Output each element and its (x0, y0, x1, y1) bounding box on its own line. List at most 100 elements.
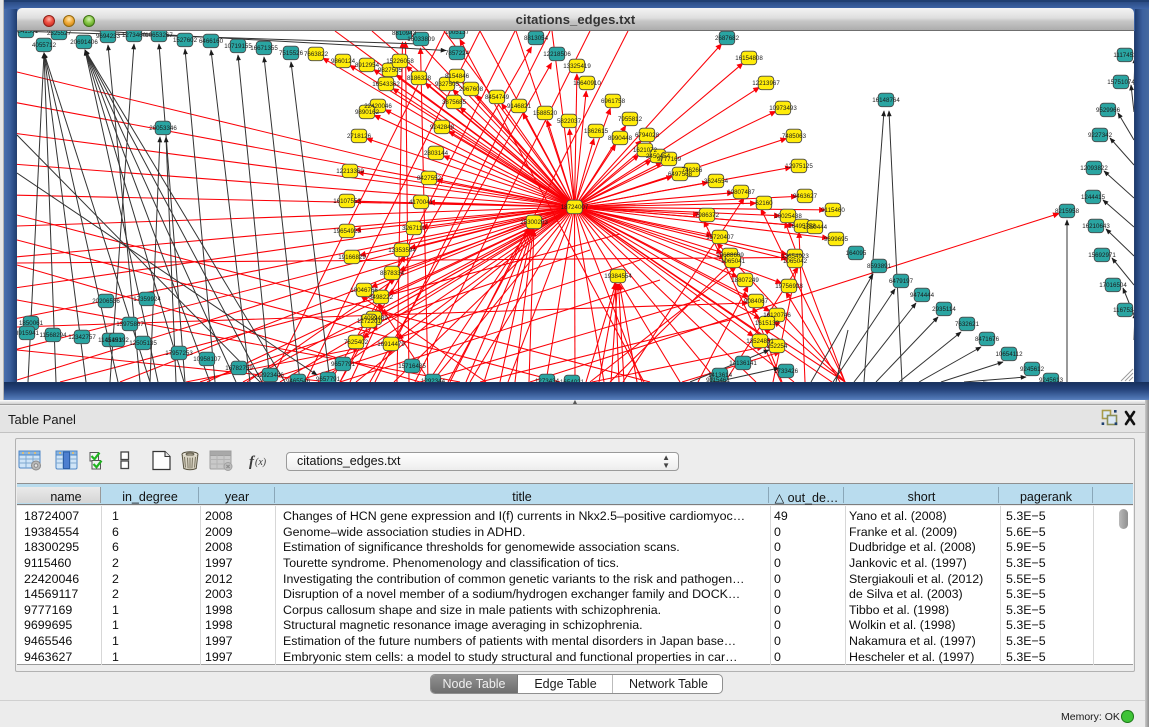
svg-text:10958107: 10958107 (193, 356, 221, 363)
svg-text:6961758: 6961758 (601, 98, 626, 105)
svg-text:1413614: 1413614 (708, 372, 733, 379)
svg-text:13353594: 13353594 (388, 247, 416, 254)
svg-text:12923446: 12923446 (256, 372, 284, 379)
svg-text:9694233: 9694233 (96, 33, 121, 40)
svg-text:9465546: 9465546 (286, 378, 311, 382)
svg-text:12213369: 12213369 (336, 168, 364, 175)
svg-text:1841501: 1841501 (17, 31, 39, 35)
svg-text:3498222: 3498222 (369, 294, 394, 301)
svg-text:12342757: 12342757 (68, 334, 96, 341)
svg-text:252254: 252254 (767, 343, 788, 350)
svg-text:1244415: 1244415 (1081, 194, 1106, 201)
svg-text:3267110: 3267110 (402, 225, 426, 232)
svg-text:19756928: 19756928 (775, 283, 803, 290)
svg-text:9860124: 9860124 (331, 58, 356, 65)
svg-text:26053346: 26053346 (149, 125, 177, 132)
svg-text:8186328: 8186328 (407, 75, 432, 82)
svg-text:2967608: 2967608 (459, 86, 484, 93)
svg-text:8471676: 8471676 (975, 336, 1000, 343)
svg-text:1292344: 1292344 (421, 378, 446, 382)
svg-text:10973493: 10973493 (769, 105, 797, 112)
svg-text:9245613: 9245613 (1039, 377, 1064, 382)
svg-text:1005137: 1005137 (445, 31, 470, 36)
svg-text:7625402: 7625402 (344, 339, 369, 346)
svg-text:12505135: 12505135 (129, 340, 157, 347)
svg-text:8878334: 8878334 (380, 270, 405, 277)
svg-text:7632621: 7632621 (955, 321, 980, 328)
svg-text:12093822: 12093822 (1080, 165, 1108, 172)
svg-text:8427552: 8427552 (417, 175, 442, 182)
svg-text:15720407: 15720407 (706, 234, 734, 241)
svg-text:17957253: 17957253 (165, 350, 193, 357)
svg-text:18807249: 18807249 (731, 277, 759, 284)
svg-text:2935114: 2935114 (932, 306, 956, 313)
svg-text:16914479: 16914479 (377, 341, 405, 348)
svg-text:6497568: 6497568 (668, 171, 693, 178)
svg-text:10719155: 10719155 (224, 43, 252, 50)
svg-text:19166829: 19166829 (338, 254, 366, 261)
svg-text:9890162: 9890162 (355, 109, 380, 116)
svg-text:8990448: 8990448 (608, 135, 633, 142)
svg-text:16148764: 16148764 (872, 97, 900, 104)
svg-text:13325419: 13325419 (563, 63, 591, 70)
svg-text:1065042: 1065042 (783, 258, 808, 265)
svg-text:2718126: 2718126 (347, 133, 372, 140)
svg-text:19654923: 19654923 (333, 228, 361, 235)
svg-text:164095: 164095 (846, 250, 867, 257)
svg-text:16154808: 16154808 (735, 55, 763, 62)
svg-text:12213967: 12213967 (752, 80, 780, 87)
svg-text:1145192: 1145192 (105, 337, 129, 344)
svg-text:10046766: 10046766 (350, 287, 378, 294)
svg-text:6479197: 6479197 (889, 278, 914, 285)
svg-text:7986372: 7986372 (695, 212, 720, 219)
svg-text:1527602: 1527602 (173, 37, 198, 44)
svg-text:8215958: 8215958 (1055, 208, 1080, 215)
svg-text:1272201: 1272201 (357, 318, 382, 325)
svg-text:16640910: 16640910 (573, 80, 601, 87)
svg-text:1065041: 1065041 (721, 258, 746, 265)
svg-text:9146821: 9146821 (507, 103, 532, 110)
svg-text:2687682: 2687682 (715, 35, 740, 42)
svg-text:10807487: 10807487 (727, 189, 755, 196)
svg-text:9827505: 9827505 (378, 67, 403, 74)
svg-text:10025438: 10025438 (774, 213, 802, 220)
svg-text:16782759: 16782759 (225, 365, 253, 372)
svg-text:2803144: 2803144 (424, 150, 449, 157)
svg-text:16120746: 16120746 (763, 312, 791, 319)
svg-text:9777169: 9777169 (657, 156, 682, 163)
svg-text:9474444: 9474444 (910, 292, 935, 299)
svg-text:4055712: 4055712 (32, 42, 57, 49)
svg-text:13975867: 13975867 (116, 321, 144, 328)
svg-text:1615132: 1615132 (755, 320, 780, 327)
svg-text:9227342: 9227342 (1088, 132, 1113, 139)
svg-text:3624554: 3624554 (704, 178, 729, 185)
svg-text:1273434: 1273434 (535, 378, 560, 382)
svg-text:10653267: 10653267 (145, 32, 173, 39)
svg-text:1117453: 1117453 (1113, 52, 1134, 59)
svg-text:12218506: 12218506 (543, 51, 571, 58)
svg-text:15751074: 15751074 (1107, 79, 1134, 86)
svg-text:9327505: 9327505 (435, 81, 460, 88)
svg-text:15716485: 15716485 (398, 363, 426, 370)
svg-text:5822037: 5822037 (557, 118, 582, 125)
svg-text:62160: 62160 (755, 200, 773, 207)
svg-text:16107553: 16107553 (333, 198, 361, 205)
svg-text:20691406: 20691406 (70, 39, 98, 46)
svg-text:1733426: 1733426 (774, 368, 799, 375)
svg-text:1167534: 1167534 (1113, 307, 1134, 314)
svg-text:3915941: 3915941 (17, 330, 40, 337)
svg-text:1362615: 1362615 (584, 128, 609, 135)
svg-text:16033809: 16033809 (407, 36, 435, 43)
svg-text:17359924: 17359924 (133, 296, 161, 303)
svg-text:16671355: 16671355 (250, 45, 278, 52)
svg-text:15226058: 15226058 (386, 58, 414, 65)
svg-text:18724007: 18724007 (561, 204, 589, 211)
svg-text:9657791: 9657791 (331, 361, 356, 368)
svg-text:20206536: 20206536 (92, 298, 120, 305)
svg-text:11568294: 11568294 (39, 332, 67, 339)
svg-text:7485063: 7485063 (782, 133, 807, 140)
svg-text:7857224: 7857224 (445, 50, 470, 57)
svg-text:2325527: 2325527 (47, 31, 72, 37)
svg-text:7955812: 7955812 (618, 116, 643, 123)
svg-text:8154846: 8154846 (445, 73, 470, 80)
